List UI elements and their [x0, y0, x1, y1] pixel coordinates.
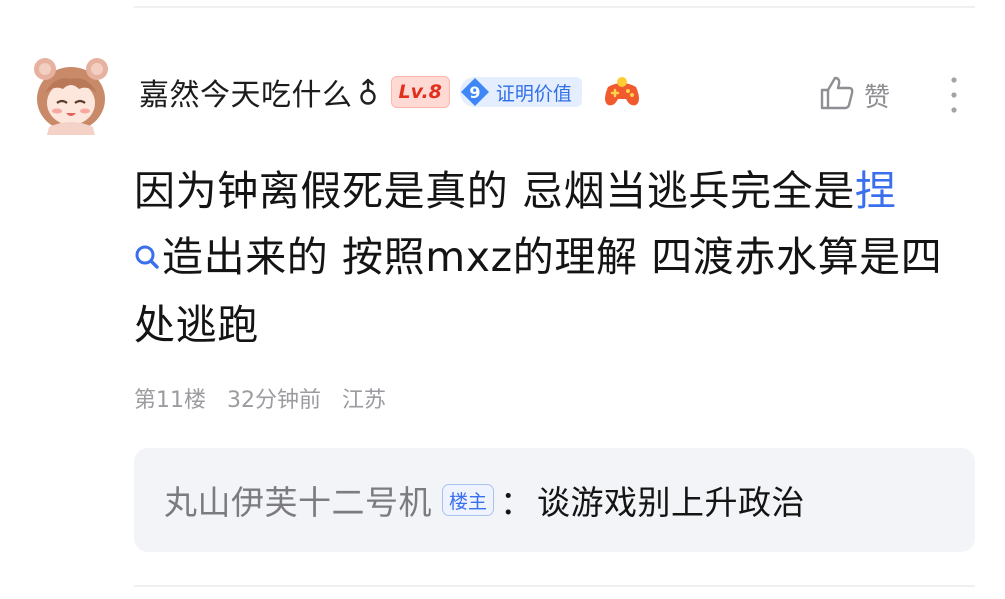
- value-label: 证明价值: [495, 82, 572, 105]
- comment-header: 嘉然今天吃什么 Lv.8 9 证明价值: [139, 70, 642, 114]
- reply-colon: ：: [500, 483, 534, 522]
- more-vertical-icon[interactable]: [945, 74, 963, 116]
- male-gender-icon: [359, 78, 377, 106]
- bottom-divider: [134, 585, 975, 587]
- timestamp: 32分钟前: [227, 388, 321, 413]
- content-text-1: 因为钟离假死是真的 忌烟当逃兵完全是: [134, 167, 855, 215]
- location: 江苏: [342, 388, 387, 413]
- value-number: 9: [469, 82, 481, 102]
- reply-username[interactable]: 丸山伊芙十二号机: [164, 476, 432, 524]
- floor-number: 第11楼: [134, 388, 206, 413]
- level-badge: Lv.8: [390, 76, 450, 108]
- search-icon: [134, 226, 160, 292]
- top-divider: [134, 6, 975, 8]
- avatar[interactable]: [33, 55, 109, 135]
- username[interactable]: 嘉然今天吃什么: [139, 70, 353, 114]
- comment-meta: 第11楼 32分钟前 江苏: [134, 382, 400, 414]
- content-text-2: 造出来的 按照mxz的理解 四渡赤水算是四处逃跑: [134, 233, 943, 349]
- game-controller-icon: [602, 75, 642, 109]
- like-button[interactable]: 赞: [818, 76, 890, 114]
- comment-page: 嘉然今天吃什么 Lv.8 9 证明价值 赞 因为钟离假死是真的 忌烟当逃兵完全是…: [0, 0, 1005, 599]
- op-badge: 楼主: [442, 484, 495, 516]
- thumbs-up-icon: [818, 74, 856, 116]
- comment-content: 因为钟离假死是真的 忌烟当逃兵完全是捏造出来的 按照mxz的理解 四渡赤水算是四…: [134, 158, 979, 358]
- reply-text: 谈游戏别上升政治: [537, 483, 806, 522]
- reply-preview[interactable]: 丸山伊芙十二号机 楼主 ： 谈游戏别上升政治: [134, 448, 975, 552]
- like-label: 赞: [864, 82, 891, 113]
- value-badge[interactable]: 9 证明价值: [459, 77, 582, 107]
- value-diamond-icon: 9: [460, 77, 490, 107]
- search-link-text: 捏: [854, 167, 897, 215]
